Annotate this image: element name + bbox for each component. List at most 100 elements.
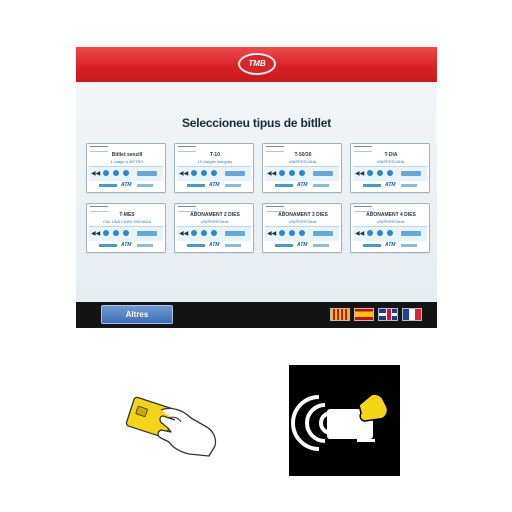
transport-icons: ◀◀ — [177, 226, 251, 241]
card-edge — [357, 439, 375, 442]
operator-logo — [99, 244, 117, 247]
zone-bar — [313, 171, 333, 176]
ticket-card[interactable]: T-MES CAL UNA CARD ENVIADA ◀◀ ATM — [86, 203, 166, 253]
transport-icons: ◀◀ — [353, 226, 427, 241]
zone-bar — [225, 231, 245, 236]
transport-icons: ◀◀ — [177, 166, 251, 181]
train-icon — [211, 170, 217, 176]
ticket-name: Bitllet senzill — [111, 152, 143, 158]
train-icon — [299, 230, 305, 236]
train-icon — [387, 230, 393, 236]
ticket-name: ABONAMENT 4 DIES — [366, 212, 416, 218]
kiosk-footer: Altres — [76, 302, 437, 328]
atm-logo: ATM — [385, 242, 396, 248]
train-icon — [211, 230, 217, 236]
metro-icon — [103, 170, 109, 176]
train-icon — [299, 170, 305, 176]
ticket-name: T-50/30 — [294, 152, 312, 158]
ticket-name: T-10 — [209, 152, 220, 158]
operator-logos: ATM — [95, 182, 159, 190]
atm-logo: ATM — [297, 182, 308, 188]
operator-logos: ATM — [271, 182, 335, 190]
kiosk-header: TMB — [76, 47, 437, 82]
ticket-subtitle: UNIPERSONAL — [376, 219, 406, 224]
french-flag-icon[interactable] — [402, 308, 422, 321]
metro-icon — [191, 230, 197, 236]
ticket-subtitle: UNIPERSONAL — [376, 159, 406, 164]
bus-icon — [289, 230, 295, 236]
operator-logo — [137, 244, 153, 247]
ticket-grid: Bitllet senzill 1 viatge a METRO ◀◀ ATM — [86, 143, 430, 293]
operator-logo — [401, 244, 417, 247]
operator-logo — [225, 244, 241, 247]
train-icon — [123, 230, 129, 236]
bus-icon — [377, 230, 383, 236]
ticket-card[interactable]: T-10 10 viatges integrats ◀◀ ATM — [174, 143, 254, 193]
metro-icon — [279, 170, 285, 176]
operator-logo — [187, 244, 205, 247]
operator-logo — [99, 184, 117, 187]
metro-icon — [191, 170, 197, 176]
metro-icon — [279, 230, 285, 236]
ticket-card[interactable]: T-50/30 UNIPERSONAL ◀◀ ATM — [262, 143, 342, 193]
transport-icons: ◀◀ — [265, 166, 339, 181]
operator-logos: ATM — [183, 242, 247, 250]
kiosk-body: Seleccioneu tipus de bitllet Bitllet sen… — [76, 82, 437, 302]
bus-icon — [113, 170, 119, 176]
ticket-card[interactable]: Bitllet senzill 1 viatge a METRO ◀◀ ATM — [86, 143, 166, 193]
atm-logo: ATM — [297, 242, 308, 248]
operator-logo — [363, 244, 381, 247]
operator-logos: ATM — [271, 242, 335, 250]
ticket-subtitle: CAL UNA CARD ENVIADA — [102, 219, 152, 224]
operator-logo — [137, 184, 153, 187]
ticket-subtitle: UNIPERSONAL — [200, 219, 230, 224]
arrow-icon: ◀◀ — [91, 171, 101, 177]
contactless-icon — [289, 365, 400, 476]
transport-icons: ◀◀ — [89, 166, 163, 181]
operator-logo — [313, 244, 329, 247]
page-title: Seleccioneu tipus de bitllet — [181, 116, 332, 130]
arrow-icon: ◀◀ — [355, 171, 365, 177]
operator-logo — [275, 244, 293, 247]
metro-icon — [367, 170, 373, 176]
arrow-icon: ◀◀ — [267, 231, 277, 237]
operator-logo — [225, 184, 241, 187]
ticket-card[interactable]: ABONAMENT 2 DIES UNIPERSONAL ◀◀ ATM — [174, 203, 254, 253]
ticket-name: T-MES — [119, 212, 135, 218]
spanish-flag-icon[interactable] — [354, 308, 374, 321]
bus-icon — [113, 230, 119, 236]
operator-logo — [401, 184, 417, 187]
zone-bar — [225, 171, 245, 176]
operator-logos: ATM — [95, 242, 159, 250]
english-flag-icon[interactable] — [378, 308, 398, 321]
operator-logos: ATM — [183, 182, 247, 190]
operator-logos: ATM — [359, 182, 423, 190]
arrow-icon: ◀◀ — [179, 171, 189, 177]
zone-bar — [137, 231, 157, 236]
zone-bar — [313, 231, 333, 236]
arrow-icon: ◀◀ — [355, 231, 365, 237]
zone-bar — [401, 171, 421, 176]
ticket-card[interactable]: ABONAMENT 4 DIES UNIPERSONAL ◀◀ ATM — [350, 203, 430, 253]
tmb-logo: TMB — [238, 53, 276, 75]
catalan-flag-icon[interactable] — [330, 308, 350, 321]
metro-icon — [367, 230, 373, 236]
ticket-card[interactable]: ABONAMENT 3 DIES UNIPERSONAL ◀◀ ATM — [262, 203, 342, 253]
train-icon — [387, 170, 393, 176]
ticket-name: T-DIA — [384, 152, 398, 158]
zone-bar — [401, 231, 421, 236]
altres-button[interactable]: Altres — [101, 305, 173, 324]
operator-logo — [275, 184, 293, 187]
card-insert-icon — [125, 396, 217, 457]
arrow-icon: ◀◀ — [179, 231, 189, 237]
operator-logo — [363, 184, 381, 187]
ticket-card[interactable]: T-DIA UNIPERSONAL ◀◀ ATM — [350, 143, 430, 193]
language-selector — [330, 305, 426, 324]
arrow-icon: ◀◀ — [91, 231, 101, 237]
bus-icon — [201, 230, 207, 236]
bus-icon — [201, 170, 207, 176]
transport-icons: ◀◀ — [353, 166, 427, 181]
ticket-subtitle: 1 viatge a METRO — [110, 159, 144, 164]
zone-bar — [137, 171, 157, 176]
ticket-subtitle: UNIPERSONAL — [288, 219, 318, 224]
